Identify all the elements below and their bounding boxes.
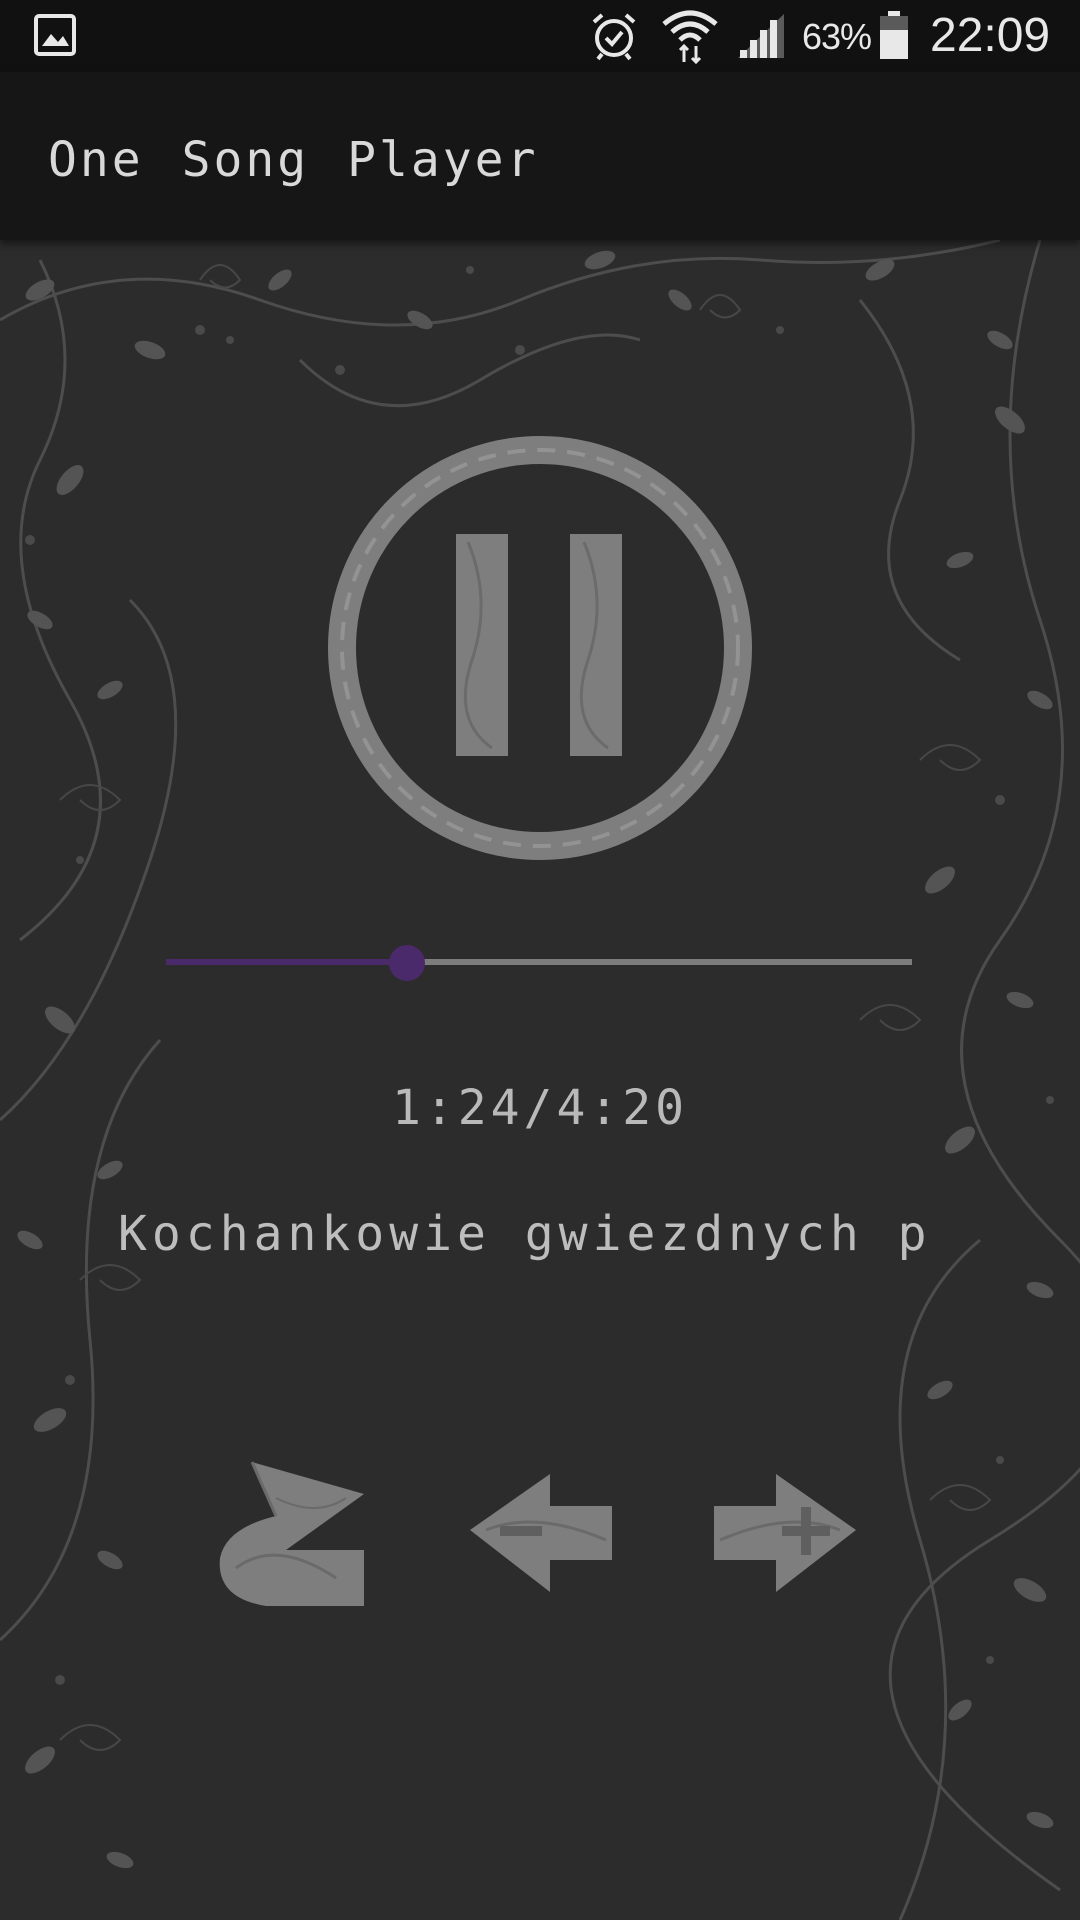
pause-icon [456, 534, 622, 756]
repeat-icon [219, 1461, 364, 1606]
repeat-button[interactable] [216, 1458, 372, 1610]
signal-icon [738, 14, 784, 58]
wifi-icon [662, 10, 718, 64]
time-text: 1:24/4:20 [391, 1080, 689, 1136]
seek-bar[interactable] [166, 940, 912, 984]
alarm-icon [592, 13, 636, 61]
minus-arrow-icon [470, 1474, 612, 1592]
app-bar: One Song Player [0, 72, 1080, 240]
previous-button[interactable] [466, 1470, 616, 1596]
next-button[interactable] [710, 1470, 860, 1596]
pause-button[interactable] [322, 430, 758, 866]
seek-thumb[interactable] [389, 945, 425, 981]
gallery-icon [34, 14, 76, 56]
time-display: 1:24/4:20 [0, 1080, 1080, 1136]
status-bar: 63% 22:09 [0, 0, 1080, 72]
player-screen: 63% 22:09 One Song Player 1:24/4:20 Koch… [0, 0, 1080, 1920]
battery-percent: 63% [802, 16, 872, 57]
battery-icon [880, 11, 908, 59]
status-clock: 22:09 [930, 9, 1051, 62]
app-title: One Song Player [48, 132, 539, 188]
seek-progress [166, 959, 407, 965]
song-title: Kochankowie gwiezdnych p [118, 1206, 932, 1262]
plus-arrow-icon [714, 1474, 856, 1592]
